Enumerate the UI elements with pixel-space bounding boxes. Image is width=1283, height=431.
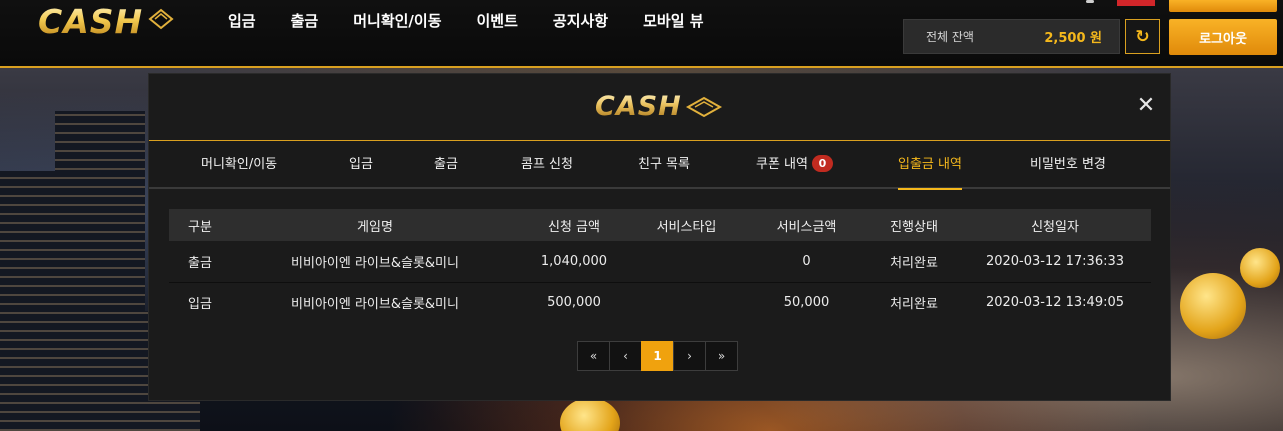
top-alert-button[interactable] xyxy=(1117,0,1155,6)
column-header: 게임명 xyxy=(357,219,393,235)
coin-image xyxy=(1240,248,1280,288)
top-account-button[interactable] xyxy=(1169,0,1277,12)
modal-tabs: 머니확인/이동 입금 출금 콤프 신청 친구 목록 쿠폰 내역 0 입출금 내역 … xyxy=(149,140,1170,190)
history-table: 구분 게임명 신청 금액 서비스타입 서비스금액 진행상태 신청일자 출금 비비… xyxy=(169,209,1151,323)
service-type-cell xyxy=(629,241,744,282)
request-amount-cell: 1,040,000 xyxy=(540,253,608,269)
column-header: 신청일자 xyxy=(1031,219,1079,235)
tab-money-transfer[interactable]: 머니확인/이동 xyxy=(201,141,277,188)
main-nav: 입금 출금 머니확인/이동 이벤트 공지사항 모바일 뷰 xyxy=(228,10,739,32)
column-header: 신청 금액 xyxy=(548,219,600,235)
column-header: 서비스금액 xyxy=(776,219,837,235)
service-type-cell xyxy=(629,282,744,323)
modal-header: CASH ✕ xyxy=(149,74,1170,140)
pagination: « ‹ 1 › » xyxy=(577,341,738,371)
balance-label: 전체 잔액 xyxy=(926,30,974,44)
top-indicator xyxy=(1086,0,1094,3)
tab-change-password[interactable]: 비밀번호 변경 xyxy=(1030,141,1106,188)
nav-notice[interactable]: 공지사항 xyxy=(553,10,626,32)
page-first-button[interactable]: « xyxy=(577,341,610,371)
tab-withdraw[interactable]: 출금 xyxy=(434,141,458,188)
coin-image xyxy=(1180,273,1246,339)
tab-coupon-label: 쿠폰 내역 xyxy=(756,157,808,172)
nav-money-transfer[interactable]: 머니확인/이동 xyxy=(353,10,459,32)
status-cell: 처리완료 xyxy=(890,255,938,271)
nav-event[interactable]: 이벤트 xyxy=(477,10,536,32)
coin-image xyxy=(560,398,620,431)
tab-friend-list[interactable]: 친구 목록 xyxy=(638,141,690,188)
balance-box: 전체 잔액 2,500 원 xyxy=(903,19,1120,54)
brand-logo[interactable]: CASH xyxy=(38,2,143,42)
type-cell: 출금 xyxy=(188,255,212,271)
table-row: 입금 비비아이엔 라이브&슬롯&미니 500,000 50,000 처리완료 2… xyxy=(169,282,1151,323)
page-prev-button[interactable]: ‹ xyxy=(609,341,642,371)
request-date-cell: 2020-03-12 17:36:33 xyxy=(985,253,1125,269)
page-next-button[interactable]: › xyxy=(673,341,706,371)
page-last-button[interactable]: » xyxy=(705,341,738,371)
balance-value: 2,500 원 xyxy=(1044,31,1102,46)
tab-deposit[interactable]: 입금 xyxy=(349,141,373,188)
background-building xyxy=(55,111,145,431)
logout-button[interactable]: 로그아웃 xyxy=(1169,19,1277,55)
coupon-count-badge: 0 xyxy=(811,155,833,172)
refresh-button[interactable]: ↻ xyxy=(1125,19,1160,54)
nav-withdraw[interactable]: 출금 xyxy=(291,10,337,32)
table-header-row: 구분 게임명 신청 금액 서비스타입 서비스금액 진행상태 신청일자 xyxy=(169,209,1151,241)
service-amount-cell: 0 xyxy=(802,253,811,269)
request-date-cell: 2020-03-12 13:49:05 xyxy=(985,295,1125,311)
top-bar: CASH 입금 출금 머니확인/이동 이벤트 공지사항 모바일 뷰 전체 잔액 … xyxy=(0,0,1283,68)
logo-diamond-icon xyxy=(148,8,174,30)
modal-logo: CASH xyxy=(595,91,682,122)
game-name-cell: 비비아이엔 라이브&슬롯&미니 xyxy=(291,297,459,313)
refresh-icon: ↻ xyxy=(1135,26,1150,47)
tab-comp-request[interactable]: 콤프 신청 xyxy=(521,141,573,188)
type-cell: 입금 xyxy=(188,297,212,313)
history-modal: CASH ✕ 머니확인/이동 입금 출금 콤프 신청 친구 목록 쿠폰 내역 0 … xyxy=(148,73,1171,401)
column-header: 진행상태 xyxy=(890,219,938,235)
column-header: 구분 xyxy=(188,219,212,235)
logo-diamond-icon xyxy=(685,96,723,118)
column-header: 서비스타입 xyxy=(656,219,717,235)
status-cell: 처리완료 xyxy=(890,297,938,313)
request-amount-cell: 500,000 xyxy=(547,295,601,311)
service-amount-cell: 50,000 xyxy=(783,295,830,311)
nav-deposit[interactable]: 입금 xyxy=(228,10,274,32)
nav-mobile-view[interactable]: 모바일 뷰 xyxy=(643,10,721,32)
tab-transaction-history[interactable]: 입출금 내역 xyxy=(898,141,962,190)
tab-coupon-history[interactable]: 쿠폰 내역 0 xyxy=(756,141,833,188)
close-icon[interactable]: ✕ xyxy=(1134,94,1158,118)
table-row: 출금 비비아이엔 라이브&슬롯&미니 1,040,000 0 처리완료 2020… xyxy=(169,241,1151,282)
page-number-button[interactable]: 1 xyxy=(641,341,674,371)
game-name-cell: 비비아이엔 라이브&슬롯&미니 xyxy=(291,255,459,271)
